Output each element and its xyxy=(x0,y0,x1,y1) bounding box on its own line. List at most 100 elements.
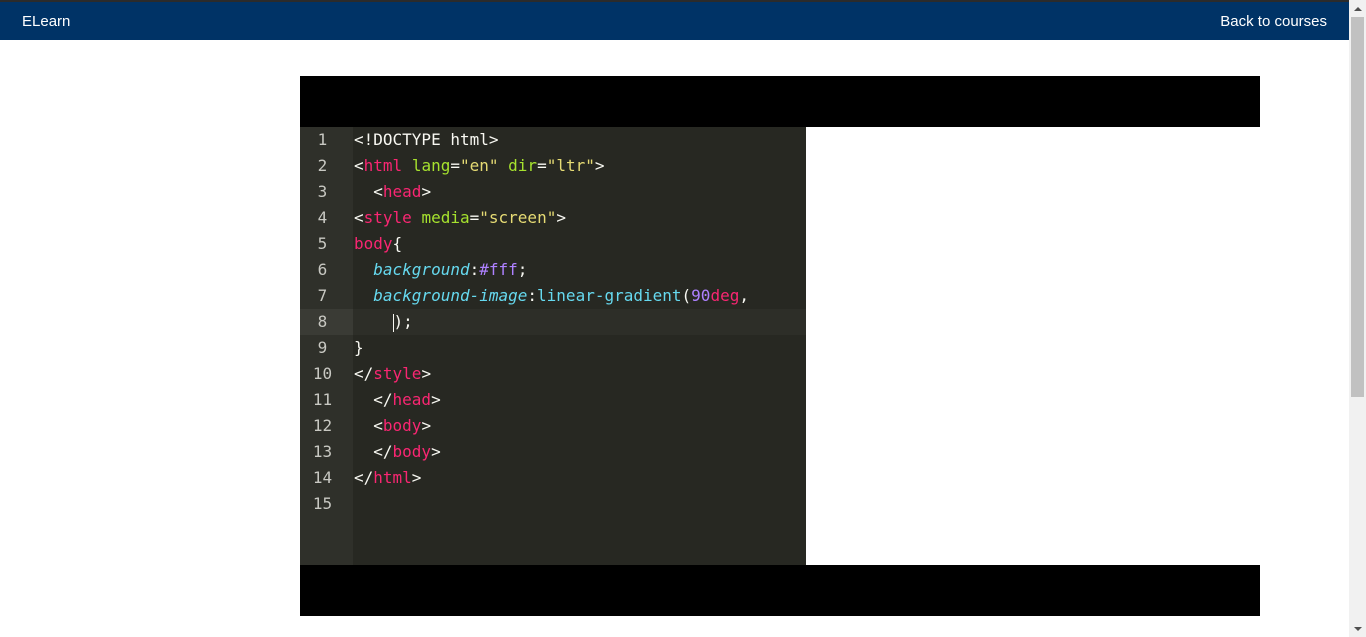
line-number: 14 xyxy=(312,468,333,487)
code-text: <html lang="en" dir="ltr"> xyxy=(353,153,806,179)
code-token: < xyxy=(354,182,383,201)
line-number: 4 xyxy=(317,208,328,227)
code-token: ; xyxy=(517,260,528,279)
back-to-courses-link[interactable]: Back to courses xyxy=(1220,13,1327,30)
code-text: </html> xyxy=(353,465,806,491)
code-line: 8 ); xyxy=(300,309,806,335)
code-token: : xyxy=(527,286,538,305)
code-text: </style> xyxy=(353,361,806,387)
code-line: 15 xyxy=(300,491,806,517)
code-line: 11 </head> xyxy=(300,387,806,413)
code-line: 1 <!DOCTYPE html> xyxy=(300,127,806,153)
code-token: html xyxy=(363,156,403,175)
code-token: linear-gradient xyxy=(537,286,682,305)
code-token: body xyxy=(354,234,393,253)
code-line: 6 background:#fff; xyxy=(300,257,806,283)
line-number: 12 xyxy=(312,416,333,435)
code-line: 13 </body> xyxy=(300,439,806,465)
scroll-up-arrow-icon[interactable] xyxy=(1349,0,1366,17)
code-line: 4 <style media="screen"> xyxy=(300,205,806,231)
code-token: "screen" xyxy=(479,208,557,227)
line-number: 5 xyxy=(317,234,328,253)
code-token: deg xyxy=(710,286,740,305)
code-token: dir xyxy=(508,156,538,175)
code-editor: 1 <!DOCTYPE html> 2 <html lang="en" dir="lt… xyxy=(300,127,806,565)
code-token: </ xyxy=(354,390,393,409)
code-token: : xyxy=(469,260,480,279)
line-number: 7 xyxy=(317,286,328,305)
code-token: style xyxy=(373,364,422,383)
code-token: lang xyxy=(411,156,451,175)
video-frame: 1 <!DOCTYPE html> 2 <html lang="en" dir="lt… xyxy=(300,127,1260,565)
code-token: html xyxy=(373,468,412,487)
code-token: "en" xyxy=(459,156,499,175)
line-number: 2 xyxy=(317,156,328,175)
code-token: = xyxy=(469,208,480,227)
video-player[interactable]: 1 <!DOCTYPE html> 2 <html lang="en" dir="lt… xyxy=(300,76,1260,616)
code-token: > xyxy=(421,182,432,201)
line-number: 15 xyxy=(312,494,333,513)
code-token: > xyxy=(594,156,605,175)
code-line: 12 <body> xyxy=(300,413,806,439)
brand-link[interactable]: ELearn xyxy=(22,13,70,30)
code-token: #fff xyxy=(479,260,518,279)
code-token: head xyxy=(392,390,432,409)
code-line: 9} xyxy=(300,335,806,361)
scroll-down-arrow-icon[interactable] xyxy=(1349,620,1366,637)
line-number: 3 xyxy=(317,182,328,201)
code-token: </ xyxy=(354,364,374,383)
code-token: background xyxy=(373,260,470,279)
line-number: 13 xyxy=(312,442,333,461)
code-text: <head> xyxy=(353,179,806,205)
code-token: body xyxy=(382,416,422,435)
code-token: "ltr" xyxy=(546,156,595,175)
line-number: 1 xyxy=(317,130,328,149)
top-navbar: ELearn Back to courses xyxy=(0,2,1349,40)
code-text: <body> xyxy=(353,413,806,439)
code-text: background:#fff; xyxy=(353,257,806,283)
page-scrollbar[interactable] xyxy=(1349,0,1366,637)
code-token: > xyxy=(431,390,441,409)
code-text: ); xyxy=(353,309,806,335)
code-token: < xyxy=(354,208,364,227)
code-text: <style media="screen"> xyxy=(353,205,806,231)
code-token: > xyxy=(421,364,432,383)
code-token: = xyxy=(537,156,547,175)
code-line: 2 <html lang="en" dir="ltr"> xyxy=(300,153,806,179)
code-text: </head> xyxy=(353,387,806,413)
code-line: 7 background-image:linear-gradient(90deg… xyxy=(300,283,806,309)
code-token: < xyxy=(354,156,364,175)
line-number: 10 xyxy=(312,364,333,383)
code-token: body xyxy=(392,442,432,461)
browser-preview-pane xyxy=(806,127,1260,565)
code-token: > xyxy=(556,208,566,227)
code-token: > xyxy=(431,442,441,461)
code-text: } xyxy=(353,335,806,361)
code-token: head xyxy=(382,182,422,201)
code-text: <!DOCTYPE html> xyxy=(353,127,806,153)
line-number: 6 xyxy=(317,260,328,279)
code-token: media xyxy=(421,208,470,227)
code-token: style xyxy=(363,208,412,227)
code-line: 14 </html> xyxy=(300,465,806,491)
code-token: , xyxy=(739,286,749,305)
code-token: ( xyxy=(681,286,692,305)
code-line: 10 </style> xyxy=(300,361,806,387)
code-line: 3 <head> xyxy=(300,179,806,205)
code-token: < xyxy=(354,416,383,435)
code-token: background-image xyxy=(373,286,528,305)
code-token: > xyxy=(411,468,422,487)
code-text: background-image:linear-gradient(90deg, xyxy=(353,283,806,309)
code-text: </body> xyxy=(353,439,806,465)
scrollbar-thumb[interactable] xyxy=(1351,17,1364,397)
code-token: </ xyxy=(354,468,374,487)
line-number: 8 xyxy=(300,309,353,335)
code-token: <!DOCTYPE html> xyxy=(354,130,499,149)
